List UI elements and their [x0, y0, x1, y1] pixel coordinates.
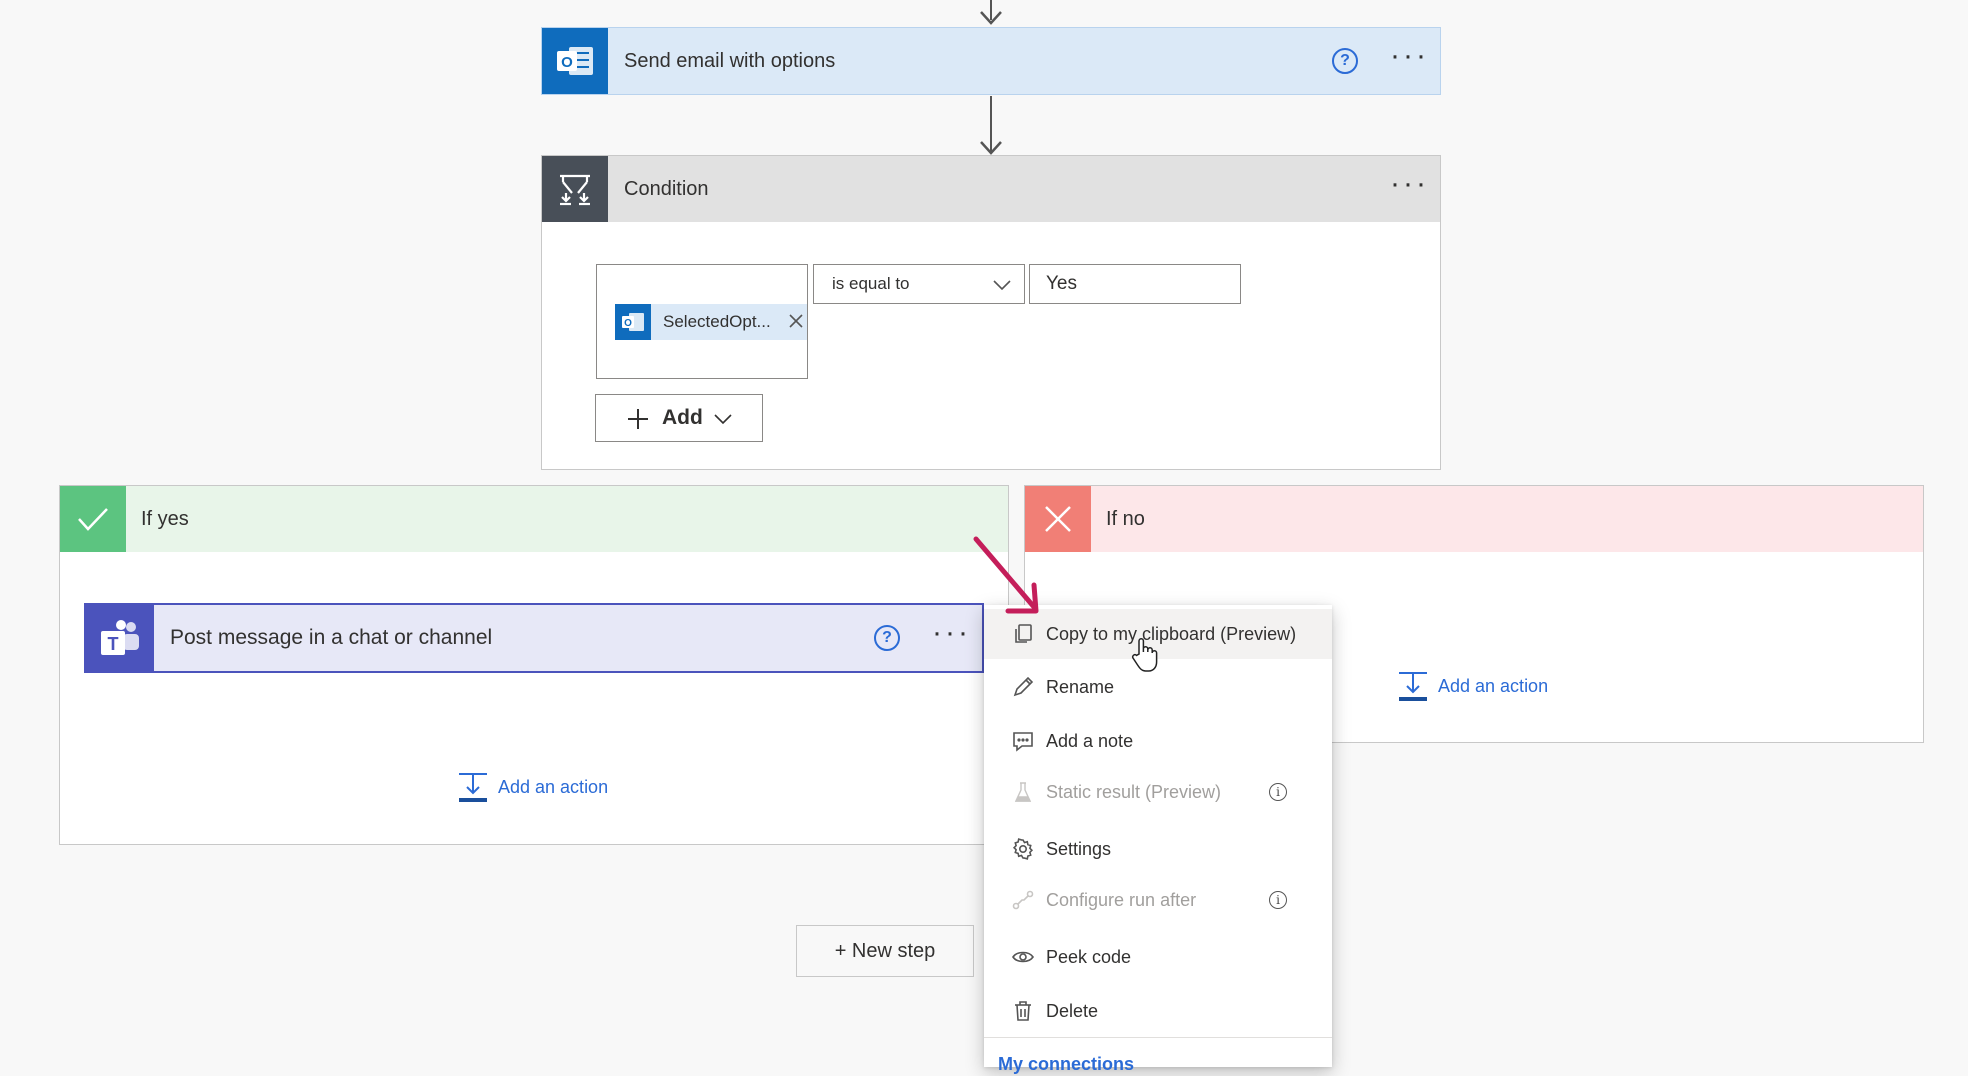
- check-icon: [60, 486, 126, 552]
- plus-icon: [628, 409, 648, 429]
- context-menu: Copy to my clipboard (Preview) Rename Ad…: [984, 605, 1332, 1074]
- send-email-action-card[interactable]: O Send email with options ? ···: [541, 27, 1441, 95]
- add-action-button[interactable]: Add an action: [1397, 668, 1577, 702]
- if-no-title: If no: [1106, 508, 1145, 530]
- hand-cursor-icon: [1131, 638, 1158, 672]
- chevron-down-icon: [993, 280, 1011, 291]
- condition-icon: [542, 156, 608, 222]
- info-icon[interactable]: i: [1269, 891, 1287, 909]
- condition-value-input[interactable]: Yes: [1029, 264, 1241, 304]
- menu-item-delete[interactable]: Delete: [984, 986, 1332, 1036]
- run-after-icon: [1012, 889, 1034, 911]
- more-options-icon[interactable]: ···: [1390, 41, 1429, 71]
- condition-title: Condition: [624, 178, 709, 200]
- more-options-icon[interactable]: ···: [1390, 169, 1429, 199]
- info-icon[interactable]: i: [1269, 783, 1287, 801]
- trash-icon: [1012, 1000, 1034, 1022]
- if-yes-branch: If yes T Post message in a chat or chann…: [59, 485, 1009, 845]
- condition-card: Condition ··· O SelectedOpt... is equal …: [541, 155, 1441, 470]
- send-email-title: Send email with options: [624, 50, 836, 72]
- new-step-label: + New step: [834, 940, 936, 962]
- flask-icon: [1012, 781, 1034, 803]
- add-label: Add: [662, 406, 703, 429]
- menu-item-add-note[interactable]: Add a note: [984, 716, 1332, 766]
- arrow-head-icon: [980, 11, 1002, 25]
- menu-item-static-result[interactable]: Static result (Preview) i: [984, 767, 1332, 817]
- help-icon[interactable]: ?: [874, 625, 900, 651]
- operator-label: is equal to: [832, 274, 910, 293]
- my-connections-link[interactable]: My connections: [998, 1052, 1134, 1076]
- arrow-head-icon: [980, 141, 1002, 155]
- add-condition-button[interactable]: Add: [595, 394, 763, 442]
- post-message-action-card[interactable]: T Post message in a chat or channel ? ··…: [84, 603, 984, 673]
- pencil-icon: [1012, 676, 1034, 698]
- svg-text:T: T: [108, 634, 119, 654]
- menu-item-peek-code[interactable]: Peek code: [984, 932, 1332, 982]
- note-icon: [1012, 730, 1034, 752]
- if-yes-title: If yes: [141, 508, 189, 530]
- gear-icon: [1012, 838, 1034, 860]
- condition-left-operand[interactable]: O SelectedOpt...: [596, 264, 808, 379]
- post-message-title: Post message in a chat or channel: [170, 626, 493, 649]
- menu-item-settings[interactable]: Settings: [984, 824, 1332, 874]
- operator-dropdown[interactable]: is equal to: [813, 264, 1025, 304]
- condition-value: Yes: [1046, 273, 1077, 294]
- svg-text:O: O: [561, 54, 573, 71]
- eye-icon: [1012, 946, 1034, 968]
- chevron-down-icon: [714, 414, 732, 425]
- menu-item-configure-run-after[interactable]: Configure run after i: [984, 875, 1332, 925]
- outlook-icon: O: [542, 28, 608, 94]
- teams-icon: T: [86, 605, 154, 671]
- token-label: SelectedOpt...: [663, 312, 771, 331]
- new-step-button[interactable]: + New step: [796, 925, 974, 977]
- copy-icon: [1012, 623, 1034, 645]
- add-action-icon: [1399, 672, 1427, 701]
- add-action-label: Add an action: [1438, 676, 1549, 696]
- remove-token-icon[interactable]: [787, 312, 805, 330]
- more-options-icon[interactable]: ···: [932, 618, 971, 648]
- menu-divider: [984, 1037, 1332, 1038]
- svg-text:O: O: [624, 318, 632, 329]
- add-action-icon: [459, 773, 487, 802]
- dynamic-content-token[interactable]: O SelectedOpt...: [615, 304, 807, 340]
- annotation-arrow-icon: [973, 536, 1039, 614]
- add-action-button[interactable]: Add an action: [457, 769, 637, 803]
- add-action-label: Add an action: [498, 777, 609, 797]
- help-icon[interactable]: ?: [1332, 48, 1358, 74]
- outlook-token-icon: O: [615, 304, 651, 340]
